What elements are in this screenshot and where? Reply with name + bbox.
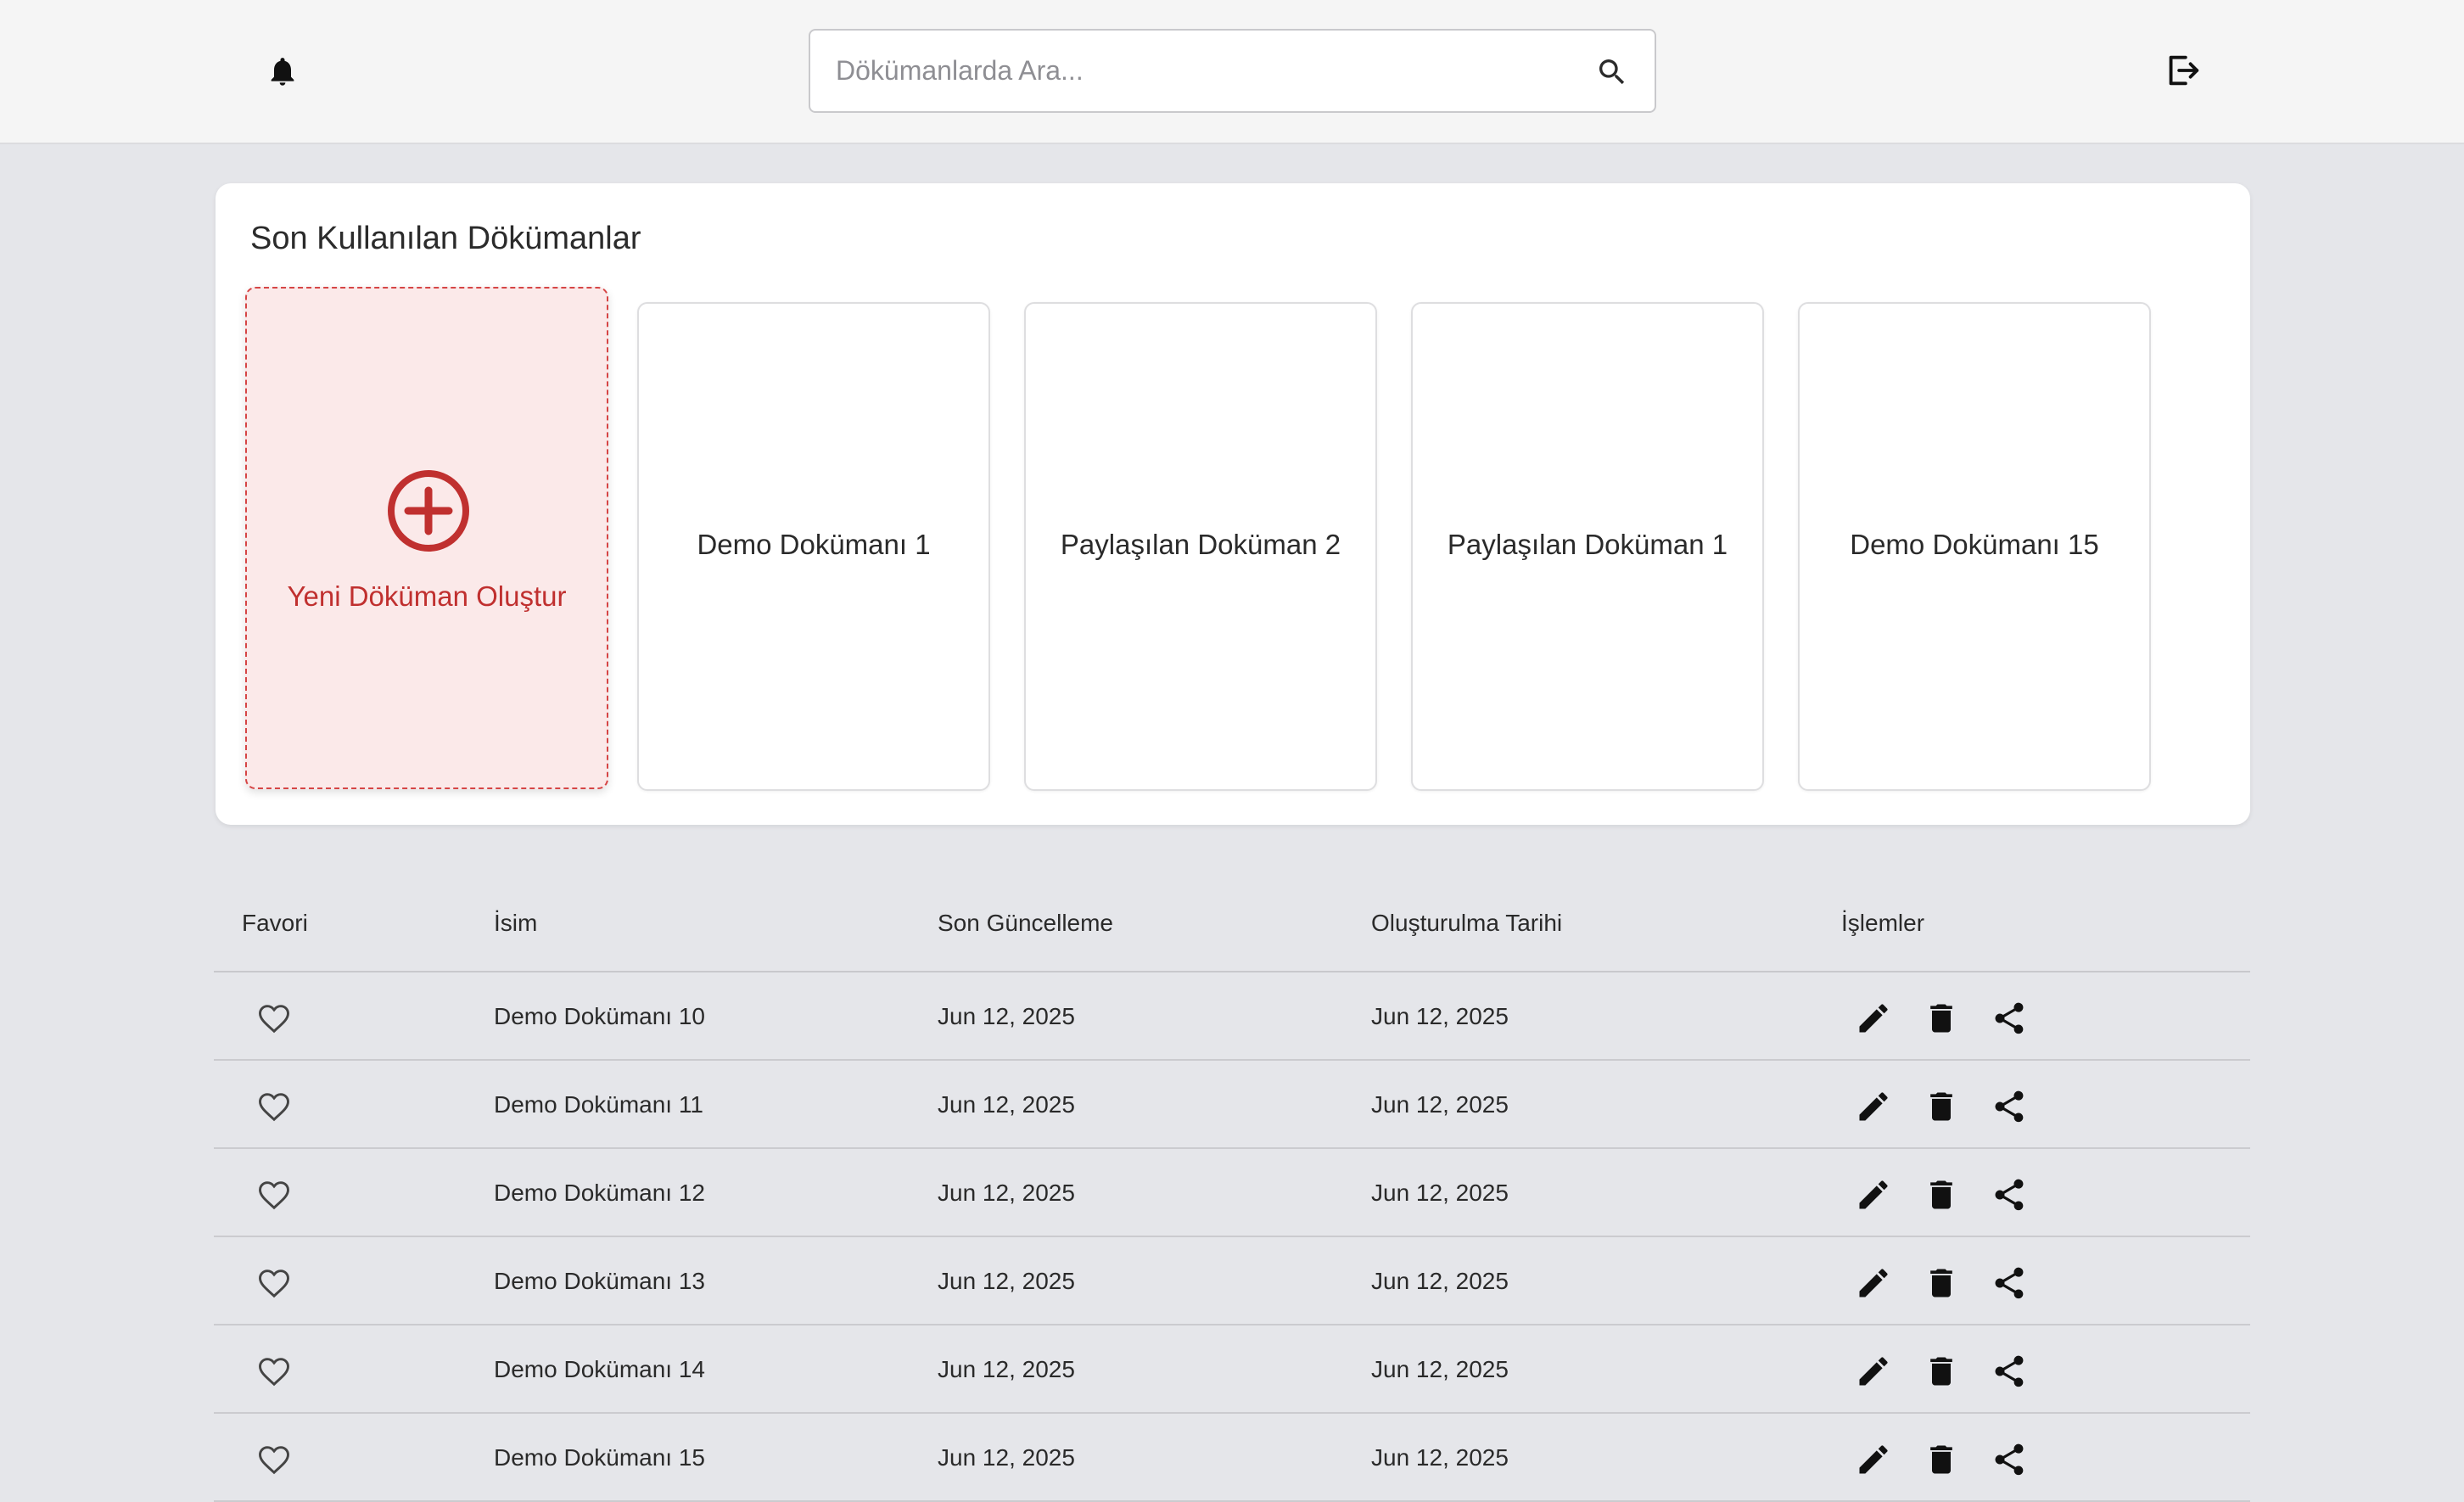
updated-date: Jun 12, 2025: [938, 1268, 1075, 1294]
table-row[interactable]: Demo Dokümanı 14 Jun 12, 2025 Jun 12, 2025: [214, 1325, 2250, 1414]
pencil-icon[interactable]: [1855, 1176, 1892, 1213]
trash-icon[interactable]: [1923, 1176, 1960, 1213]
search-box: [809, 29, 1656, 113]
updated-date: Jun 12, 2025: [938, 1003, 1075, 1029]
section-title: Son Kullanılan Dökümanlar: [250, 221, 641, 256]
column-header-favorite[interactable]: Favori: [242, 910, 308, 937]
updated-date: Jun 12, 2025: [938, 1091, 1075, 1118]
pencil-icon[interactable]: [1855, 1441, 1892, 1478]
share-icon[interactable]: [1991, 1088, 2028, 1125]
logout-icon[interactable]: [2163, 51, 2202, 90]
created-date: Jun 12, 2025: [1371, 1268, 1509, 1294]
document-name[interactable]: Demo Dokümanı 14: [494, 1356, 705, 1383]
recent-document-card[interactable]: Paylaşılan Doküman 1: [1411, 302, 1764, 791]
trash-icon[interactable]: [1923, 1088, 1960, 1125]
new-document-button[interactable]: Yeni Döküman Oluştur: [245, 287, 608, 789]
favorite-heart-icon[interactable]: [255, 1088, 293, 1125]
share-icon[interactable]: [1991, 1000, 2028, 1037]
documents-table: Favori İsim Son Güncelleme Oluşturulma T…: [214, 877, 2250, 1502]
document-name[interactable]: Demo Dokümanı 15: [494, 1444, 705, 1471]
updated-date: Jun 12, 2025: [938, 1444, 1075, 1471]
top-bar: [0, 0, 2464, 144]
trash-icon[interactable]: [1923, 1264, 1960, 1302]
table-header: Favori İsim Son Güncelleme Oluşturulma T…: [214, 877, 2250, 972]
plus-circle-icon: [388, 470, 469, 552]
favorite-heart-icon[interactable]: [255, 1441, 293, 1478]
trash-icon[interactable]: [1923, 1000, 1960, 1037]
column-header-updated[interactable]: Son Güncelleme: [938, 910, 1113, 937]
favorite-heart-icon[interactable]: [255, 1264, 293, 1302]
bell-icon[interactable]: [266, 51, 300, 92]
share-icon[interactable]: [1991, 1353, 2028, 1390]
document-card-title: Paylaşılan Doküman 1: [1447, 529, 1728, 560]
pencil-icon[interactable]: [1855, 1264, 1892, 1302]
document-card-title: Demo Dokümanı 1: [697, 529, 931, 560]
table-row[interactable]: Demo Dokümanı 10 Jun 12, 2025 Jun 12, 2025: [214, 972, 2250, 1061]
document-name[interactable]: Demo Dokümanı 11: [494, 1091, 703, 1118]
search-input[interactable]: [836, 31, 1532, 111]
pencil-icon[interactable]: [1855, 1000, 1892, 1037]
created-date: Jun 12, 2025: [1371, 1180, 1509, 1206]
column-header-actions: İşlemler: [1841, 910, 1925, 936]
recent-document-card[interactable]: Demo Dokümanı 1: [637, 302, 990, 791]
document-name[interactable]: Demo Dokümanı 13: [494, 1268, 705, 1295]
new-document-label: Yeni Döküman Oluştur: [287, 580, 567, 612]
table-row[interactable]: Demo Dokümanı 12 Jun 12, 2025 Jun 12, 2025: [214, 1149, 2250, 1237]
table-row[interactable]: Demo Dokümanı 11 Jun 12, 2025 Jun 12, 2025: [214, 1061, 2250, 1149]
updated-date: Jun 12, 2025: [938, 1180, 1075, 1206]
favorite-heart-icon[interactable]: [255, 1000, 293, 1037]
document-name[interactable]: Demo Dokümanı 12: [494, 1180, 705, 1207]
updated-date: Jun 12, 2025: [938, 1356, 1075, 1382]
recent-document-card[interactable]: Demo Dokümanı 15: [1798, 302, 2151, 791]
table-row[interactable]: Demo Dokümanı 15 Jun 12, 2025 Jun 12, 2025: [214, 1414, 2250, 1502]
recent-documents-panel: Son Kullanılan Dökümanlar Yeni Döküman O…: [216, 183, 2250, 825]
document-name[interactable]: Demo Dokümanı 10: [494, 1003, 705, 1030]
created-date: Jun 12, 2025: [1371, 1091, 1509, 1118]
share-icon[interactable]: [1991, 1264, 2028, 1302]
recent-document-card[interactable]: Paylaşılan Doküman 2: [1024, 302, 1377, 791]
table-row[interactable]: Demo Dokümanı 13 Jun 12, 2025 Jun 12, 2025: [214, 1237, 2250, 1325]
column-header-name[interactable]: İsim: [494, 910, 537, 937]
search-icon[interactable]: [1595, 55, 1629, 89]
document-card-title: Paylaşılan Doküman 2: [1060, 529, 1341, 560]
trash-icon[interactable]: [1923, 1353, 1960, 1390]
document-card-title: Demo Dokümanı 15: [1850, 529, 2099, 560]
created-date: Jun 12, 2025: [1371, 1003, 1509, 1029]
column-header-created[interactable]: Oluşturulma Tarihi: [1371, 910, 1562, 937]
pencil-icon[interactable]: [1855, 1088, 1892, 1125]
created-date: Jun 12, 2025: [1371, 1444, 1509, 1471]
pencil-icon[interactable]: [1855, 1353, 1892, 1390]
created-date: Jun 12, 2025: [1371, 1356, 1509, 1382]
favorite-heart-icon[interactable]: [255, 1353, 293, 1390]
share-icon[interactable]: [1991, 1176, 2028, 1213]
share-icon[interactable]: [1991, 1441, 2028, 1478]
trash-icon[interactable]: [1923, 1441, 1960, 1478]
favorite-heart-icon[interactable]: [255, 1176, 293, 1213]
